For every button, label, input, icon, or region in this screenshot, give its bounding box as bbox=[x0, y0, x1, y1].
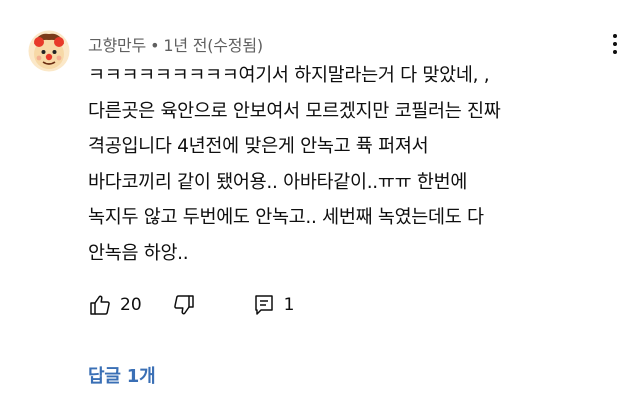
comment-line: ㅋㅋㅋㅋㅋㅋㅋㅋㅋ여기서 하지말라는거 다 맞았네, , bbox=[88, 65, 490, 86]
comment-line: 안녹음 하앙.. bbox=[88, 242, 189, 264]
view-replies-link[interactable]: 답글 1개 bbox=[88, 362, 156, 388]
thumbs-down-icon bbox=[173, 295, 194, 315]
comment-meta: 고향만두 • 1년 전(수정됨) bbox=[88, 32, 263, 56]
dislike-button[interactable] bbox=[172, 293, 196, 317]
author-name[interactable]: 고향만두 bbox=[88, 36, 146, 55]
comment-line: 격공입니다 4년전에 맞은게 안녹고 퓩 퍼져서 bbox=[88, 136, 429, 157]
reply-count: 1 bbox=[283, 295, 295, 315]
meta-separator: • bbox=[150, 36, 160, 55]
like-count: 20 bbox=[120, 295, 142, 315]
reply-button[interactable]: 1 bbox=[252, 293, 295, 317]
comment-line: 다른곳은 육안으로 안보여서 모르겠지만 코필러는 진짜 bbox=[88, 100, 501, 122]
thumbs-up-icon bbox=[90, 295, 110, 315]
more-vertical-icon[interactable] bbox=[608, 32, 622, 56]
comment-actions: 20 1 bbox=[88, 290, 294, 320]
like-button[interactable]: 20 bbox=[88, 293, 142, 317]
comment-text: ㅋㅋㅋㅋㅋㅋㅋㅋㅋ여기서 하지말라는거 다 맞았네, , 다른곳은 육안으로 안… bbox=[88, 58, 618, 271]
comment-icon bbox=[254, 295, 273, 315]
cartoon-face-avatar-icon bbox=[28, 30, 70, 72]
avatar[interactable] bbox=[28, 30, 70, 72]
comment-line: 바다코끼리 같이 됐어용.. 아바타같이..ㅠㅠ 한번에 bbox=[88, 171, 468, 193]
comment-line: 녹지두 않고 두번에도 안녹고.. 세번째 녹였는데도 다 bbox=[88, 207, 484, 228]
timestamp: 1년 전(수정됨) bbox=[163, 36, 263, 55]
